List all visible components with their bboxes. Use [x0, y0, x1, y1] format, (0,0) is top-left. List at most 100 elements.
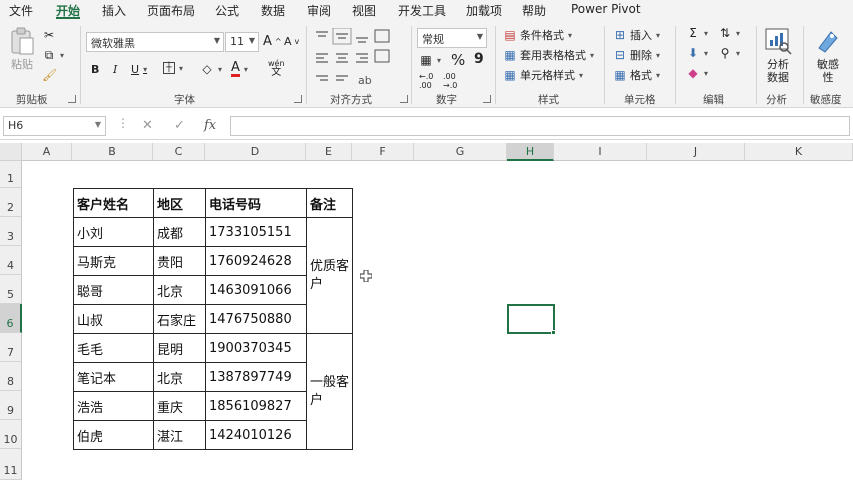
- paste-button[interactable]: 粘贴: [6, 26, 38, 71]
- column-header-d[interactable]: D: [205, 143, 306, 161]
- table-cell[interactable]: 1760924628: [205, 246, 307, 276]
- autosum-button[interactable]: Σ ▾: [686, 26, 708, 40]
- table-cell[interactable]: 笔记本: [73, 362, 154, 392]
- table-cell[interactable]: 1733105151: [205, 217, 307, 247]
- header-cell-region[interactable]: 地区: [153, 188, 206, 218]
- header-cell-name[interactable]: 客户姓名: [73, 188, 154, 218]
- column-header-f[interactable]: F: [352, 143, 414, 161]
- row-header-5[interactable]: 5: [0, 275, 22, 304]
- row-header-7[interactable]: 7: [0, 333, 22, 362]
- column-header-k[interactable]: K: [745, 143, 853, 161]
- tab-formulas[interactable]: 公式: [215, 2, 239, 19]
- comma-button[interactable]: 9: [474, 51, 484, 67]
- delete-cells-button[interactable]: ⊟ 删除 ▾: [613, 47, 660, 63]
- increase-decimal-button[interactable]: ←.0.00: [419, 72, 433, 90]
- row-header-11[interactable]: 11: [0, 449, 22, 480]
- table-cell[interactable]: 重庆: [153, 391, 206, 421]
- column-header-a[interactable]: A: [22, 143, 72, 161]
- header-cell-note[interactable]: 备注: [306, 188, 353, 218]
- column-header-j[interactable]: J: [647, 143, 745, 161]
- formula-input[interactable]: [230, 116, 850, 136]
- row-header-8[interactable]: 8: [0, 362, 22, 391]
- tab-power-pivot[interactable]: Power Pivot: [571, 2, 641, 16]
- table-cell[interactable]: 北京: [153, 362, 206, 392]
- accounting-format-button[interactable]: ▦ ▾: [419, 53, 441, 67]
- table-cell[interactable]: 成都: [153, 217, 206, 247]
- grow-font-button[interactable]: A ^: [263, 34, 282, 49]
- cut-button[interactable]: ✂: [42, 28, 56, 42]
- find-select-button[interactable]: ⚲ ▾: [718, 46, 740, 60]
- font-size-select[interactable]: 11 ▼: [225, 32, 259, 52]
- insert-function-icon[interactable]: fx: [204, 118, 216, 133]
- tab-page-layout[interactable]: 页面布局: [147, 2, 195, 19]
- row-header-2[interactable]: 2: [0, 188, 22, 217]
- font-name-select[interactable]: 微软雅黑 ▼: [86, 32, 224, 52]
- bold-button[interactable]: B: [91, 63, 99, 76]
- note-cell-merged[interactable]: 优质客户: [306, 217, 353, 334]
- underline-button[interactable]: U ▾: [131, 63, 147, 76]
- column-header-g[interactable]: G: [414, 143, 507, 161]
- column-header-h[interactable]: H: [507, 143, 554, 161]
- table-cell[interactable]: 浩浩: [73, 391, 154, 421]
- table-cell[interactable]: 1856109827: [205, 391, 307, 421]
- shrink-font-button[interactable]: Av: [284, 35, 299, 48]
- insert-cells-button[interactable]: ⊞ 插入 ▾: [613, 27, 660, 43]
- table-cell[interactable]: 1463091066: [205, 275, 307, 305]
- table-cell[interactable]: 马斯克: [73, 246, 154, 276]
- format-as-table-button[interactable]: ▦ 套用表格格式 ▾: [503, 47, 594, 63]
- row-header-1[interactable]: 1: [0, 161, 22, 188]
- tab-help[interactable]: 帮助: [522, 2, 546, 19]
- table-cell[interactable]: 山叔: [73, 304, 154, 334]
- enter-icon[interactable]: ✓: [174, 118, 185, 133]
- column-header-b[interactable]: B: [72, 143, 153, 161]
- number-format-select[interactable]: 常规 ▼: [417, 28, 487, 48]
- fill-color-button[interactable]: ◇ ▾: [200, 62, 222, 76]
- clipboard-launcher-icon[interactable]: [68, 95, 76, 103]
- table-cell[interactable]: 1900370345: [205, 333, 307, 363]
- decrease-decimal-button[interactable]: .00 →.0: [443, 72, 457, 90]
- table-cell[interactable]: 湛江: [153, 420, 206, 450]
- alignment-launcher-icon[interactable]: [400, 95, 408, 103]
- header-cell-phone[interactable]: 电话号码: [205, 188, 307, 218]
- tab-insert[interactable]: 插入: [102, 2, 126, 19]
- row-header-3[interactable]: 3: [0, 217, 22, 246]
- table-cell[interactable]: 1387897749: [205, 362, 307, 392]
- borders-button[interactable]: ┼ ▾: [163, 62, 183, 74]
- table-cell[interactable]: 贵阳: [153, 246, 206, 276]
- tab-review[interactable]: 审阅: [307, 2, 331, 19]
- format-cells-button[interactable]: ▦ 格式 ▾: [613, 67, 660, 83]
- tab-developer[interactable]: 开发工具: [398, 2, 446, 19]
- row-header-10[interactable]: 10: [0, 420, 22, 449]
- note-cell-merged[interactable]: 一般客户: [306, 333, 353, 450]
- table-cell[interactable]: 1476750880: [205, 304, 307, 334]
- conditional-formatting-button[interactable]: ▤ 条件格式 ▾: [503, 27, 572, 43]
- column-header-c[interactable]: C: [153, 143, 205, 161]
- fill-handle[interactable]: [551, 330, 556, 335]
- clear-button[interactable]: ◆ ▾: [686, 66, 708, 80]
- active-cell-selection[interactable]: [507, 304, 555, 334]
- cell-styles-button[interactable]: ▦ 单元格样式 ▾: [503, 67, 583, 83]
- analyze-data-button[interactable]: 分析 数据: [762, 26, 794, 84]
- sensitivity-button[interactable]: 敏感 性: [812, 26, 844, 84]
- select-all-corner[interactable]: [0, 143, 22, 161]
- column-header-i[interactable]: I: [554, 143, 647, 161]
- copy-button[interactable]: ⧉ ▾: [42, 48, 64, 62]
- format-painter-button[interactable]: 🖌: [42, 68, 57, 82]
- percent-button[interactable]: %: [451, 51, 465, 69]
- row-header-6[interactable]: 6: [0, 304, 22, 333]
- table-cell[interactable]: 石家庄: [153, 304, 206, 334]
- font-launcher-icon[interactable]: [294, 95, 302, 103]
- sort-filter-button[interactable]: ⇅ ▾: [718, 26, 740, 40]
- table-cell[interactable]: 北京: [153, 275, 206, 305]
- table-cell[interactable]: 聪哥: [73, 275, 154, 305]
- tab-data[interactable]: 数据: [261, 2, 285, 19]
- phonetic-button[interactable]: wén 文: [268, 59, 285, 78]
- alignment-icons[interactable]: ab: [314, 28, 398, 88]
- tab-file[interactable]: 文件: [9, 2, 33, 19]
- column-header-e[interactable]: E: [306, 143, 352, 161]
- tab-view[interactable]: 视图: [352, 2, 376, 19]
- table-cell[interactable]: 毛毛: [73, 333, 154, 363]
- table-cell[interactable]: 1424010126: [205, 420, 307, 450]
- table-cell[interactable]: 伯虎: [73, 420, 154, 450]
- table-cell[interactable]: 小刘: [73, 217, 154, 247]
